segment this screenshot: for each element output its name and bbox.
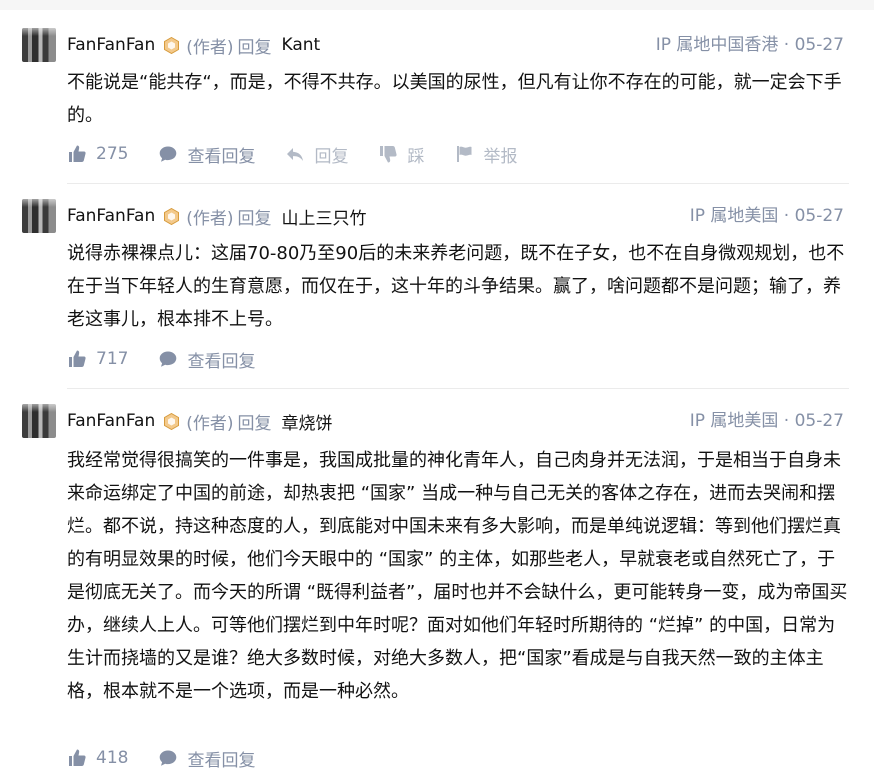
avatar[interactable] xyxy=(22,28,56,62)
reply-target-name[interactable]: Kant xyxy=(282,35,321,55)
thumbs-up-icon xyxy=(69,749,86,766)
ip-location-date: IP 属地美国 · 05-27 xyxy=(689,206,844,226)
author-name[interactable]: FanFanFan xyxy=(67,206,155,226)
flag-icon xyxy=(457,146,472,162)
avatar[interactable] xyxy=(22,404,56,438)
divider xyxy=(67,388,849,389)
thumbs-up-icon xyxy=(69,145,86,162)
thumbs-up-icon xyxy=(69,350,86,367)
reply-label: 回复 xyxy=(314,146,349,167)
author-name[interactable]: FanFanFan xyxy=(67,35,155,55)
comment-text: 我经常觉得很搞笑的一件事是，我国成批量的神化青年人，自己肉身并无法润，于是相当于… xyxy=(67,450,848,702)
ip-location-date: IP 属地美国 · 05-27 xyxy=(689,411,844,431)
view-replies-label: 查看回复 xyxy=(187,750,256,771)
reply-label: 回复 xyxy=(237,37,272,58)
dislike-button[interactable]: 踩 xyxy=(378,142,424,167)
view-replies-label: 查看回复 xyxy=(187,146,256,167)
view-replies-label: 查看回复 xyxy=(187,351,256,372)
like-button[interactable]: 418 xyxy=(67,748,128,768)
like-count: 717 xyxy=(96,349,129,369)
reply-label: 回复 xyxy=(237,413,272,434)
comment-actions: 275 查看回复 回复 踩 举报 xyxy=(67,141,547,167)
comment-actions: 717 查看回复 xyxy=(67,346,285,372)
report-label: 举报 xyxy=(483,146,518,167)
comment-actions: 418 查看回复 xyxy=(67,745,285,771)
reply-arrow-icon xyxy=(287,148,304,161)
creator-badge-icon xyxy=(163,412,180,430)
reply-button[interactable]: 回复 xyxy=(285,142,348,167)
creator-badge-icon xyxy=(163,36,180,54)
comment-text: 说得赤裸裸点儿：这届70-80乃至90后的未来养老问题，既不在子女，也不在自身微… xyxy=(67,243,845,330)
top-strip xyxy=(0,0,874,10)
like-count: 275 xyxy=(96,144,129,164)
author-role-tag: (作者) xyxy=(186,413,234,434)
ip-location-date: IP 属地中国香港 · 05-27 xyxy=(655,35,844,55)
avatar[interactable] xyxy=(22,199,56,233)
like-button[interactable]: 717 xyxy=(67,349,128,369)
author-role-tag: (作者) xyxy=(186,208,234,229)
reply-label: 回复 xyxy=(237,208,272,229)
comment-text: 不能说是“能共存“，而是，不得不共存。以美国的尿性，但凡有让你不存在的可能，就一… xyxy=(67,72,842,126)
comment-header: FanFanFan (作者) 回复 章烧饼 xyxy=(67,408,333,434)
comment-header: FanFanFan (作者) 回复 山上三只竹 xyxy=(67,203,367,229)
view-replies-button[interactable]: 查看回复 xyxy=(158,142,255,167)
divider xyxy=(67,183,849,184)
dislike-label: 踩 xyxy=(407,146,425,167)
view-replies-button[interactable]: 查看回复 xyxy=(158,746,255,771)
author-role-tag: (作者) xyxy=(186,37,234,58)
comment-bubble-icon xyxy=(160,750,177,766)
creator-badge-icon xyxy=(163,207,180,225)
report-button[interactable]: 举报 xyxy=(454,142,517,167)
reply-target-name[interactable]: 章烧饼 xyxy=(282,409,333,434)
comment-header: FanFanFan (作者) 回复 Kant xyxy=(67,32,320,58)
like-button[interactable]: 275 xyxy=(67,144,128,164)
like-count: 418 xyxy=(96,748,129,768)
comment-bubble-icon xyxy=(160,351,177,367)
comment-bubble-icon xyxy=(160,146,177,162)
thumbs-down-icon xyxy=(380,146,398,163)
author-name[interactable]: FanFanFan xyxy=(67,411,155,431)
reply-target-name[interactable]: 山上三只竹 xyxy=(282,204,367,229)
view-replies-button[interactable]: 查看回复 xyxy=(158,347,255,372)
